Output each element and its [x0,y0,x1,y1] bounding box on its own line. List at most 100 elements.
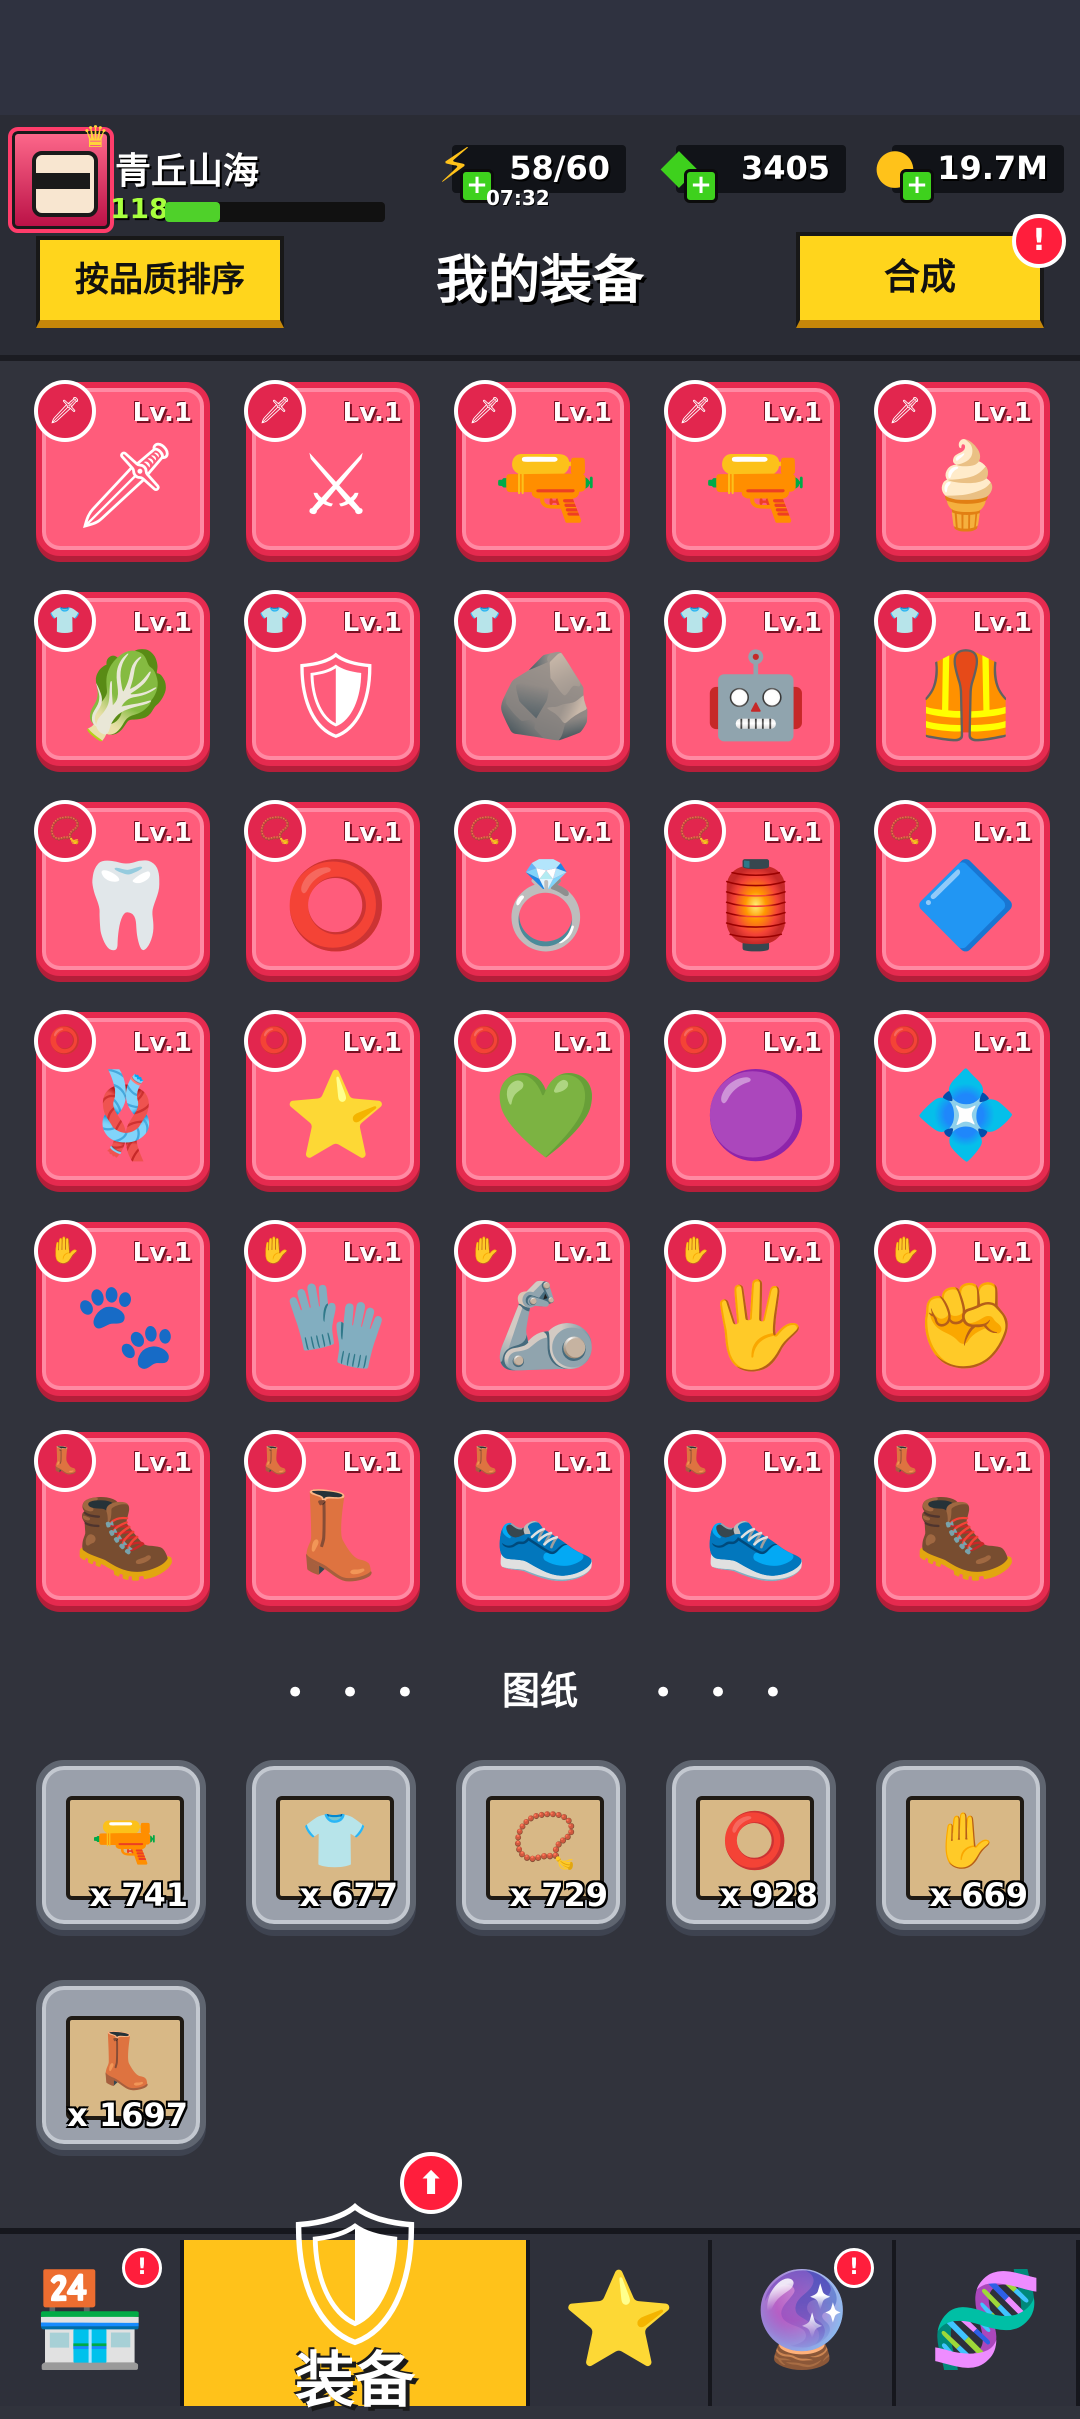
avatar-mask [32,173,90,189]
add-gems-button[interactable]: + [684,169,718,203]
coin-value: 19.7M [937,149,1048,187]
item-level: Lv.1 [132,1448,192,1478]
nav-tab-talent[interactable]: 🔮! [712,2240,896,2406]
equipment-slot[interactable]: ✋ ✊ Lv.1 [874,1220,1050,1396]
equipment-slot[interactable]: 📿 🏮 Lv.1 [664,800,840,976]
divider-dots-right: • • • [653,1673,795,1713]
equipment-slot[interactable]: ✋ 🖐 Lv.1 [664,1220,840,1396]
equipment-slot[interactable]: 🗡 🔫 Lv.1 [454,380,630,556]
add-coins-button[interactable]: + [900,169,934,203]
drill-spear-icon: 🍦 [913,436,1019,534]
energy-timer: 07:32 [486,186,550,210]
coin-counter[interactable]: ● + 19.7M [874,138,1064,203]
equipment-slot[interactable]: 👕 🤖 Lv.1 [664,590,840,766]
equipment-slot[interactable]: ✋ 🐾 Lv.1 [34,1220,210,1396]
blueprint-slot[interactable]: 👢 x 1697 [36,1980,206,2150]
equipment-slot[interactable]: ⭕ 🟣 Lv.1 [664,1010,840,1186]
nav-tab-equipment[interactable]: 🛡 装备 [184,2193,530,2416]
equipment-slot[interactable]: 👢 🥾 Lv.1 [34,1430,210,1606]
sort-by-quality-button[interactable]: 按品质排序 [36,236,284,328]
revolver-icon: 🔫 [493,436,599,534]
knight-armor-icon: 🛡 [282,646,390,744]
blueprint-slot[interactable]: 🔫 x 741 [36,1760,206,1930]
item-level: Lv.1 [552,1448,612,1478]
page-title: 我的装备 [435,251,644,311]
equipment-slot[interactable]: 🗡 🗡 Lv.1 [34,380,210,556]
equipment-slot[interactable]: 📿 💍 Lv.1 [454,800,630,976]
blueprint-count: x 741 [89,1876,188,1914]
item-level: Lv.1 [972,1238,1032,1268]
player-name: 青丘山海 [115,151,260,192]
equipment-slot[interactable]: ⭕ 🪢 Lv.1 [34,1010,210,1186]
necklace-blueprint-icon: 📿 [511,1809,579,1872]
equipment-slot[interactable]: ⭕ 💠 Lv.1 [874,1010,1050,1186]
item-level: Lv.1 [552,1028,612,1058]
equipment-slot[interactable]: 📿 ⭕ Lv.1 [244,800,420,976]
combine-alert-badge: ! [1012,214,1066,268]
rope-belt-icon: 🪢 [73,1066,179,1164]
combine-button[interactable]: 合成 [796,232,1044,328]
lantern-necklace-icon: 🏮 [703,856,809,954]
belt-blueprint-icon: ⭕ [721,1809,789,1872]
blueprint-slot[interactable]: 👕 x 677 [246,1760,416,1930]
equipment-slot[interactable]: 👕 🥬 Lv.1 [34,590,210,766]
equipment-slot[interactable]: 🗡 ⚔ Lv.1 [244,380,420,556]
blueprint-slot[interactable]: ⭕ x 928 [666,1760,836,1930]
energy-value: 58/60 [509,149,610,187]
item-level: Lv.1 [972,818,1032,848]
equipment-slot[interactable]: ⭕ 💚 Lv.1 [454,1010,630,1186]
item-level: Lv.1 [762,1238,822,1268]
leaf-armor-icon: 🥬 [73,646,179,744]
purple-belt-icon: 🟣 [703,1066,809,1164]
item-level: Lv.1 [762,818,822,848]
nav-tab-evolution[interactable]: 🧬 [896,2240,1080,2406]
crystal-belt-icon: 💠 [913,1066,1019,1164]
cyber-boot-icon: 🥾 [913,1486,1019,1584]
gem-counter[interactable]: ◆ + 3405 [661,138,846,203]
purple-sneaker-icon: 👟 [703,1486,809,1584]
equipment-slot[interactable]: 📿 🔷 Lv.1 [874,800,1050,976]
stone-armor-icon: 🪨 [493,646,599,744]
nav-tab-shop[interactable]: 🏪! [0,2240,184,2406]
equipment-slot[interactable]: 👢 👟 Lv.1 [664,1430,840,1606]
item-level: Lv.1 [132,818,192,848]
tech-boot-icon: 👟 [493,1486,599,1584]
equipment-slot[interactable]: 👢 👢 Lv.1 [244,1430,420,1606]
item-level: Lv.1 [342,1028,402,1058]
dna-capsule-icon: 🧬 [928,2266,1044,2373]
shotgun-icon: 🔫 [703,436,809,534]
equipment-slot[interactable]: ✋ 🧤 Lv.1 [244,1220,420,1396]
xp-bar-fill [165,202,220,222]
equipment-slot[interactable]: 🗡 🍦 Lv.1 [874,380,1050,556]
equipment-slot[interactable]: 🗡 🔫 Lv.1 [664,380,840,556]
equipment-slot[interactable]: ✋ 🦾 Lv.1 [454,1220,630,1396]
equipment-slot[interactable]: 👕 🛡 Lv.1 [244,590,420,766]
item-level: Lv.1 [972,398,1032,428]
blueprint-slot[interactable]: ✋ x 669 [876,1760,1046,1930]
mech-glove-icon: 🦾 [493,1276,599,1374]
blueprint-count: x 1697 [67,2096,188,2134]
equipment-slot[interactable]: 👕 🪨 Lv.1 [454,590,630,766]
status-bar-area [0,0,1080,115]
fang-necklace-icon: 🦷 [73,856,179,954]
equipment-slot[interactable]: 👕 🦺 Lv.1 [874,590,1050,766]
equipment-slot[interactable]: 👢 👟 Lv.1 [454,1430,630,1606]
item-level: Lv.1 [552,398,612,428]
blueprint-count: x 669 [929,1876,1028,1914]
equipment-slot[interactable]: 👢 🥾 Lv.1 [874,1430,1050,1606]
nav-tab-battle[interactable]: ⭐ [530,2240,712,2406]
kunai-icon: 🗡 [72,436,180,534]
divider-dots-left: • • • [285,1673,427,1713]
equipment-slot[interactable]: ⭕ ⭐ Lv.1 [244,1010,420,1186]
katana-icon: ⚔ [298,436,374,534]
gauntlet-icon: 🧤 [283,1276,389,1374]
fur-claw-glove-icon: 🐾 [73,1276,179,1374]
item-level: Lv.1 [552,818,612,848]
item-level: Lv.1 [552,1238,612,1268]
blueprint-count: x 729 [509,1876,608,1914]
item-level: Lv.1 [972,1028,1032,1058]
star-swords-icon: ⭐ [561,2266,677,2373]
equipment-slot[interactable]: 📿 🦷 Lv.1 [34,800,210,976]
blueprint-slot[interactable]: 📿 x 729 [456,1760,626,1930]
item-level: Lv.1 [762,1028,822,1058]
